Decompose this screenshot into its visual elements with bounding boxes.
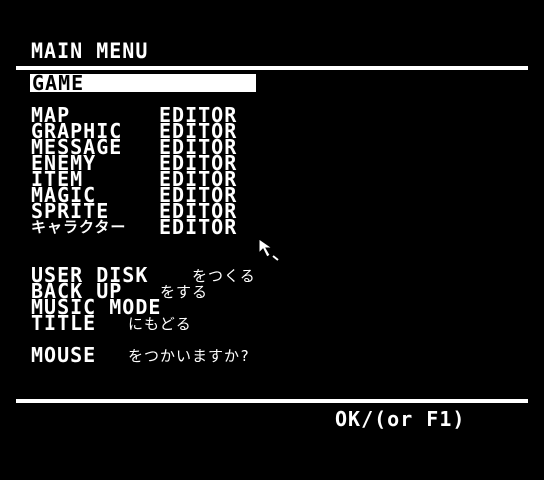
utility-note: をする — [160, 283, 209, 301]
editor-suffix: EDITOR — [159, 215, 238, 239]
page-title: MAIN MENU — [31, 37, 149, 63]
utility-note: にもどる — [128, 315, 192, 333]
mouse-note: をつかいますか? — [128, 347, 251, 365]
menu-item-game[interactable]: GAME — [30, 71, 256, 95]
utility-label: TITLE — [31, 311, 97, 335]
mouse-pointer-icon — [258, 238, 280, 266]
editor-name: SPRITE — [31, 199, 110, 223]
ok-button[interactable]: OK/(or F1) — [335, 409, 465, 429]
top-divider — [16, 66, 528, 70]
mouse-label: MOUSE — [31, 343, 97, 367]
bottom-divider — [16, 399, 528, 403]
utility-note: をつくる — [192, 267, 256, 285]
editor-name: キャラクター — [31, 218, 127, 236]
menu-item-game-label: GAME — [32, 71, 85, 95]
